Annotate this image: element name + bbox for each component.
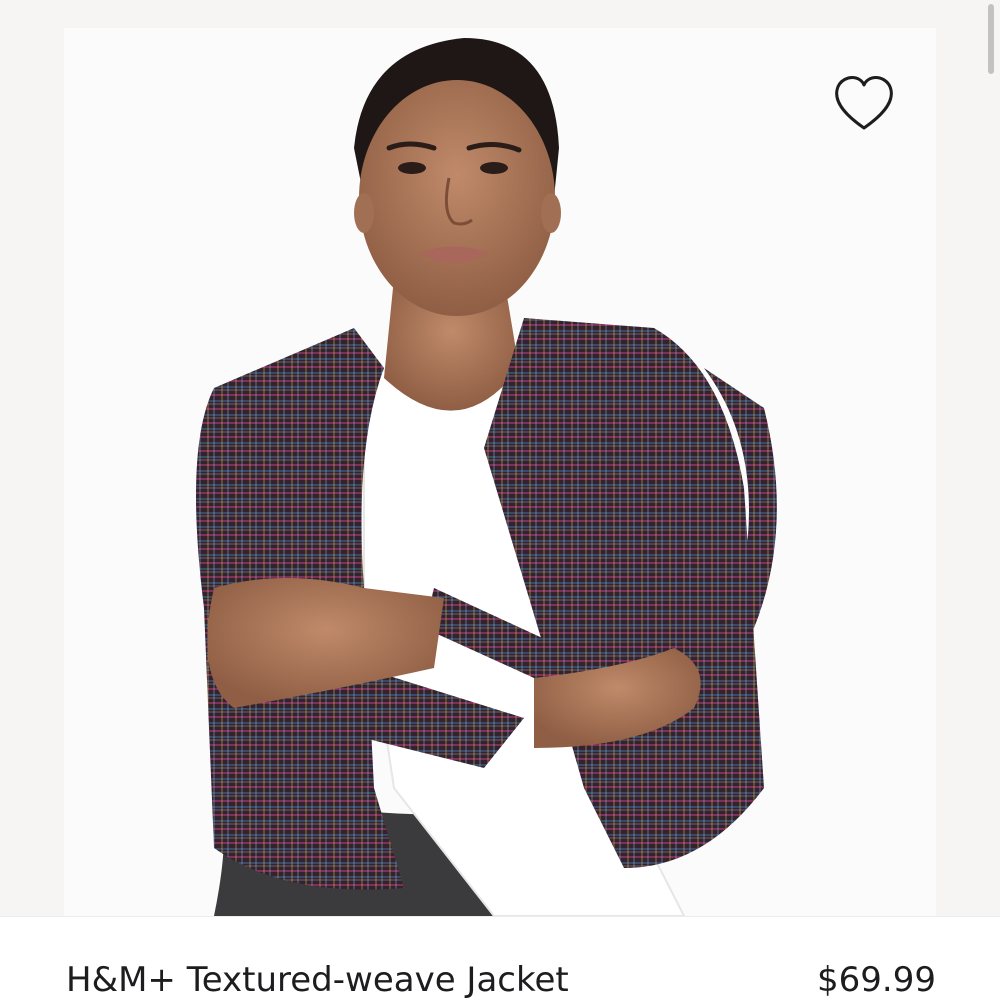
product-name[interactable]: H&M+ Textured-weave Jacket [66, 960, 569, 1000]
favorite-button[interactable] [831, 72, 897, 134]
product-image[interactable] [64, 28, 936, 916]
scrollbar[interactable] [988, 4, 994, 74]
heart-outline-icon [835, 76, 893, 130]
product-page: H&M+ Textured-weave Jacket $69.99 [0, 0, 1000, 1000]
product-photo [196, 38, 777, 916]
product-price: $69.99 [817, 960, 936, 1000]
